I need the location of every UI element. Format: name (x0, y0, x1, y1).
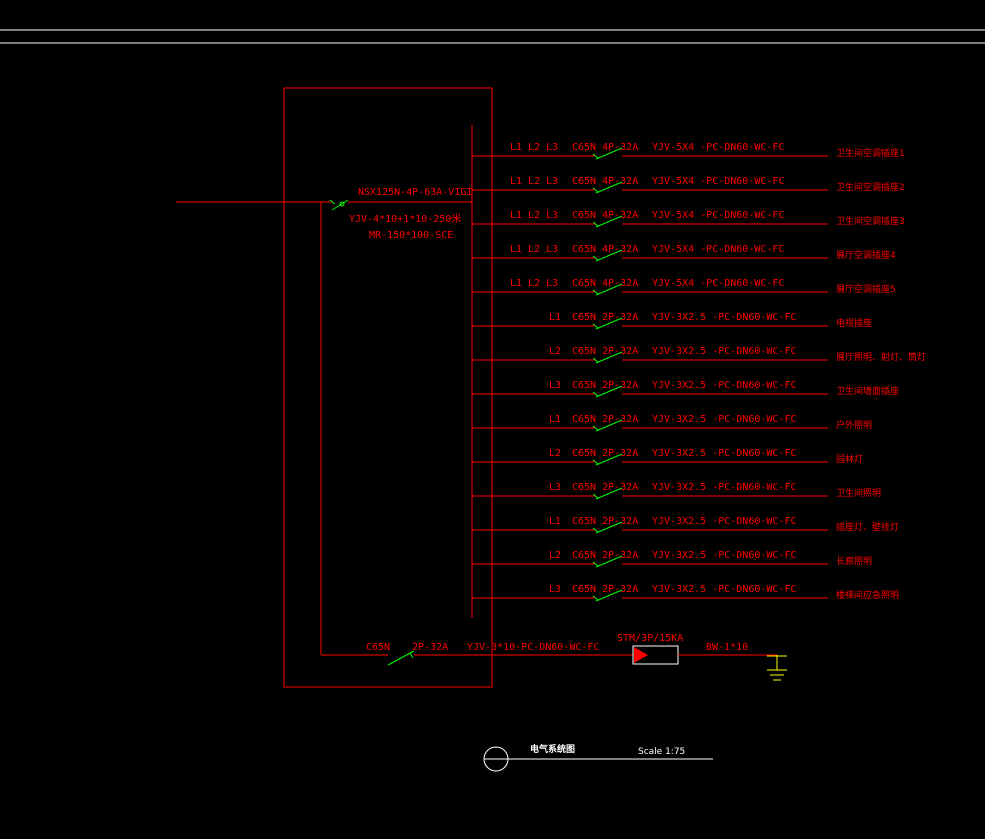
circuit-row: L1 L2 L3 C65N 4P-32A YJV-5X4 -PC-DN60-WC-F… (472, 142, 905, 160)
circuit-phase: L1 L2 L3 (510, 142, 558, 153)
spd-arrow (634, 647, 648, 663)
circuit-load: 长廊照明 (836, 555, 872, 567)
circuit-phase: L3 (549, 380, 561, 391)
diagram-scale: Scale 1:75 (638, 747, 685, 757)
circuit-phase: L1 (549, 516, 561, 527)
circuit-cable: YJV-3X2.5 -PC-DN60-WC-FC (652, 482, 797, 493)
title-block: 电气系统图 Scale 1:75 (483, 743, 713, 772)
incoming-breaker-label: NSX125N-4P-63A-VIGI (358, 187, 472, 198)
incoming-tray-label: MR-150*100-SCE (369, 230, 453, 241)
circuit-phase: L1 L2 L3 (510, 278, 558, 289)
spd-breaker-rating: 2P-32A (412, 642, 448, 653)
circuit-load: 插座灯、壁挂灯 (836, 521, 899, 533)
spd-device-label: STM/3P/15KA (617, 633, 683, 644)
circuit-row: L2 C65N 2P-32A YJV-3X2.5 -PC-DN60-WC-FC 长廊照… (472, 550, 872, 568)
circuit-phase: L1 L2 L3 (510, 244, 558, 255)
electrical-system-diagram: NSX125N-4P-63A-VIGI YJV-4*10+1*10-250米 M… (0, 29, 985, 772)
circuit-row: L1 L2 L3 C65N 4P-32A YJV-5X4 -PC-DN60-WC-F… (472, 210, 905, 228)
circuit-breaker: C65N 2P-32A (572, 414, 638, 425)
circuit-cable: YJV-3X2.5 -PC-DN60-WC-FC (652, 448, 797, 459)
circuit-breaker: C65N 4P-32A (572, 244, 638, 255)
circuit-cable: YJV-3X2.5 -PC-DN60-WC-FC (652, 550, 797, 561)
circuit-load: 楼梯间应急照明 (836, 589, 899, 601)
circuit-breaker: C65N 4P-32A (572, 142, 638, 153)
circuit-load: 卫生间空调插座3 (836, 215, 905, 227)
circuit-load: 展厅照明、射灯、筒灯 (836, 351, 926, 363)
circuit-breaker: C65N 2P-32A (572, 380, 638, 391)
circuit-load: 展厅空调插座5 (836, 283, 896, 295)
circuit-phase: L2 (549, 346, 561, 357)
circuit-cable: YJV-5X4 -PC-DN60-WC-FC (652, 278, 784, 289)
circuit-load: 卫生间空调插座2 (836, 181, 905, 193)
circuit-breaker: C65N 4P-32A (572, 176, 638, 187)
circuit-phase: L3 (549, 584, 561, 595)
spd-breaker-model: C65N (366, 642, 390, 653)
circuit-row: L1 L2 L3 C65N 4P-32A YJV-5X4 -PC-DN60-WC-F… (472, 176, 905, 194)
circuit-breaker: C65N 2P-32A (572, 584, 638, 595)
circuit-cable: YJV-3X2.5 -PC-DN60-WC-FC (652, 414, 797, 425)
circuit-cable: YJV-3X2.5 -PC-DN60-WC-FC (652, 380, 797, 391)
circuit-row: L3 C65N 2P-32A YJV-3X2.5 -PC-DN60-WC-FC 楼梯间… (472, 584, 899, 602)
spd-breaker-tick (409, 652, 414, 659)
ground-wire-label: BW-1*10 (706, 642, 748, 653)
distribution-box (283, 87, 493, 688)
outgoing-circuits: L1 L2 L3 C65N 4P-32A YJV-5X4 -PC-DN60-WC-F… (472, 142, 926, 602)
circuit-cable: YJV-3X2.5 -PC-DN60-WC-FC (652, 346, 797, 357)
circuit-phase: L2 (549, 448, 561, 459)
circuit-row: L1 L2 L3 C65N 4P-32A YJV-5X4 -PC-DN60-WC-F… (472, 244, 896, 262)
circuit-cable: YJV-5X4 -PC-DN60-WC-FC (652, 210, 784, 221)
circuit-breaker: C65N 2P-32A (572, 448, 638, 459)
circuit-load: 展厅空调插座4 (836, 249, 896, 261)
circuit-row: L1 C65N 2P-32A YJV-3X2.5 -PC-DN60-WC-FC 电视插… (472, 312, 872, 330)
circuit-load: 电视插座 (836, 317, 872, 329)
circuit-load: 卫生间照明 (836, 487, 881, 499)
circuit-cable: YJV-3X2.5 -PC-DN60-WC-FC (652, 584, 797, 595)
circuit-breaker: C65N 2P-32A (572, 312, 638, 323)
incoming-feeder: NSX125N-4P-63A-VIGI YJV-4*10+1*10-250米 M… (176, 187, 472, 241)
circuit-load: 卫生间空调插座1 (836, 147, 905, 159)
circuit-breaker: C65N 2P-32A (572, 346, 638, 357)
circuit-breaker: C65N 2P-32A (572, 550, 638, 561)
incoming-cable-label: YJV-4*10+1*10-250米 (349, 212, 461, 225)
circuit-cable: YJV-3X2.5 -PC-DN60-WC-FC (652, 516, 797, 527)
circuit-breaker: C65N 2P-32A (572, 516, 638, 527)
circuit-phase: L2 (549, 550, 561, 561)
circuit-phase: L1 L2 L3 (510, 210, 558, 221)
spd-branch: C65N 2P-32A YJV-3*10-PC-DN60-WC-FC STM/3… (321, 633, 777, 666)
circuit-phase: L1 L2 L3 (510, 176, 558, 187)
circuit-phase: L1 (549, 312, 561, 323)
circuit-breaker: C65N 2P-32A (572, 482, 638, 493)
circuit-breaker: C65N 4P-32A (572, 210, 638, 221)
circuit-row: L3 C65N 2P-32A YJV-3X2.5 -PC-DN60-WC-FC 卫生间… (472, 482, 881, 500)
circuit-row: L2 C65N 2P-32A YJV-3X2.5 -PC-DN60-WC-FC 展厅照… (472, 346, 926, 364)
circuit-cable: YJV-5X4 -PC-DN60-WC-FC (652, 176, 784, 187)
spd-cable-label: YJV-3*10-PC-DN60-WC-FC (467, 642, 599, 653)
circuit-load: 园林灯 (836, 453, 863, 465)
circuit-cable: YJV-5X4 -PC-DN60-WC-FC (652, 244, 784, 255)
ground-symbol (767, 655, 787, 681)
circuit-row: L1 C65N 2P-32A YJV-3X2.5 -PC-DN60-WC-FC 插座灯… (472, 516, 899, 534)
circuit-breaker: C65N 4P-32A (572, 278, 638, 289)
circuit-cable: YJV-3X2.5 -PC-DN60-WC-FC (652, 312, 797, 323)
circuit-row: L3 C65N 2P-32A YJV-3X2.5 -PC-DN60-WC-FC 卫生间… (472, 380, 899, 398)
circuit-phase: L1 (549, 414, 561, 425)
circuit-load: 卫生间墙面插座 (836, 385, 899, 397)
circuit-row: L1 L2 L3 C65N 4P-32A YJV-5X4 -PC-DN60-WC-F… (472, 278, 896, 296)
circuit-load: 户外照明 (836, 419, 872, 431)
circuit-row: L1 C65N 2P-32A YJV-3X2.5 -PC-DN60-WC-FC 户外照… (472, 414, 872, 432)
diagram-title: 电气系统图 (530, 743, 575, 755)
circuit-cable: YJV-5X4 -PC-DN60-WC-FC (652, 142, 784, 153)
circuit-phase: L3 (549, 482, 561, 493)
circuit-row: L2 C65N 2P-32A YJV-3X2.5 -PC-DN60-WC-FC 园林灯 (472, 448, 863, 466)
